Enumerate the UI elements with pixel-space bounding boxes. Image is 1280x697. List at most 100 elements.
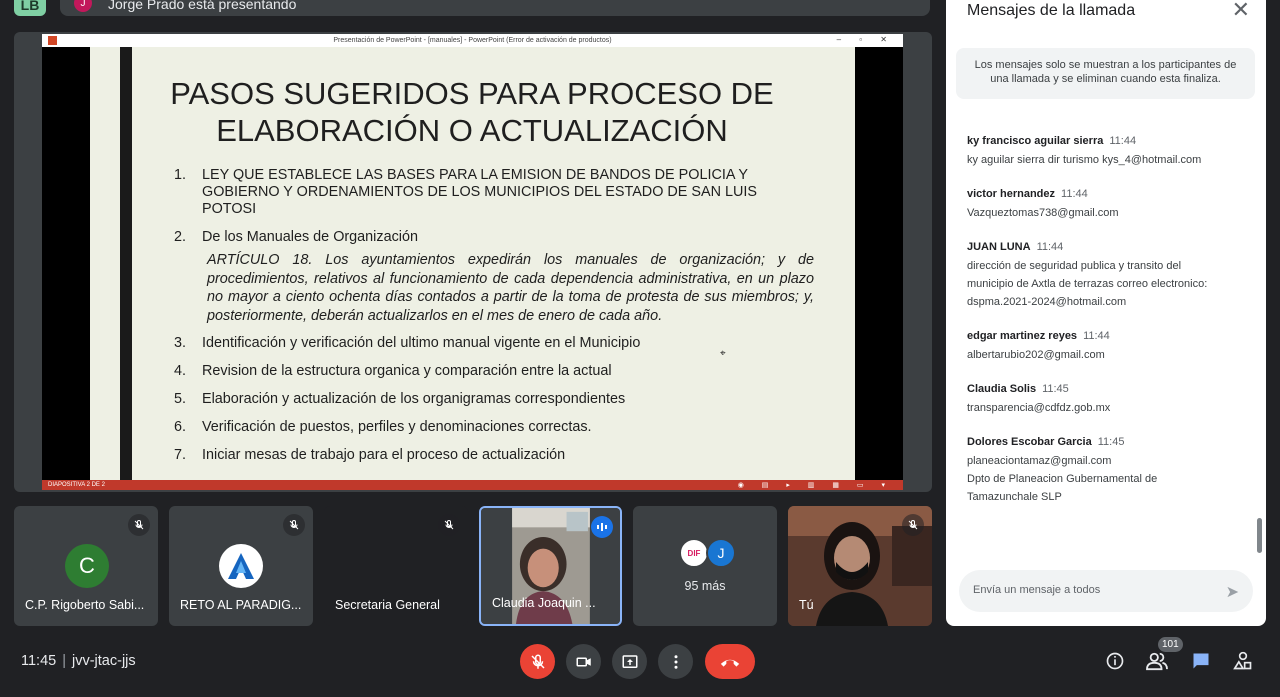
avatar: J [706,538,736,568]
chat-message: ky francisco aguilar sierra 11:44 ky agui… [967,135,1247,169]
more-participants-tile[interactable]: DIF J 95 más [633,506,777,626]
message-time: 11:45 [1097,436,1125,448]
participant-name: C.P. Rigoberto Sabi... [25,598,145,612]
dif-logo-icon: DIF [679,538,709,568]
ppt-window-title: Presentación de PowerPoint - [manuales] … [333,37,612,44]
message-time: 11:45 [1042,383,1069,395]
message-time: 11:44 [1036,241,1064,253]
list-item: 7. Iniciar mesas de trabajo para el proce… [174,447,814,464]
presenting-banner: J Jorge Prado está presentando [60,0,930,16]
list-item: 1. LEY QUE ESTABLECE LAS BASES PARA LA EM… [174,167,814,218]
message-time: 11:44 [1083,330,1110,342]
self-tile[interactable]: Tú [788,506,932,626]
window-controls-icon: – ▫ ✕ [836,35,895,44]
slide: PASOS SUGERIDOS PARA PROCESO DE ELABORAC… [90,47,855,480]
close-icon[interactable]: ✕ [1232,0,1250,21]
message-text: dspma.2021-2024@hotmail.com [967,296,1127,308]
chat-title: Mensajes de la llamada [967,2,1136,19]
list-number: 3. [174,335,187,351]
chat-button[interactable] [1189,649,1213,673]
chat-scrollbar[interactable] [1257,518,1262,553]
presenter-avatar: J [74,0,92,12]
end-call-button[interactable] [705,644,755,679]
message-text: planeaciontamaz@gmail.com [967,455,1112,467]
slide-list: 1. LEY QUE ESTABLECE LAS BASES PARA LA EM… [174,167,814,475]
list-text: Elaboración y actualización de los organ… [202,391,626,407]
participant-name: Claudia Joaquin ... [492,596,596,610]
clock-time: 11:45 [21,653,57,669]
meeting-details-button[interactable] [1103,649,1127,673]
list-text: Identificación y verificación del ultimo… [202,335,641,351]
mouse-cursor-icon: ⌖ [720,348,726,359]
sender-name: Claudia Solis [967,383,1037,395]
ppt-statusbar: DIAPOSITIVA 2 DE 2 ◉ ▤ ▸ ▥ ▦ ▭ ▾ [42,480,903,490]
present-screen-button[interactable] [612,644,647,679]
more-options-button[interactable] [658,644,693,679]
list-item: 3. Identificación y verificación del ulti… [174,335,814,352]
list-number: 6. [174,419,187,435]
list-number: 4. [174,363,187,379]
mic-off-icon [902,514,924,536]
participant-tile-active-speaker[interactable]: Claudia Joaquin ... [479,506,622,626]
list-text: Revision de la estructura organica y com… [202,363,612,379]
presentation-stage[interactable]: Presentación de PowerPoint - [manuales] … [14,32,932,492]
mic-off-icon [128,514,150,536]
activities-button[interactable] [1231,649,1255,673]
message-text: municipio de Axtla de terrazas correo el… [967,278,1208,290]
list-item: 6. Verificación de puestos, perfiles y de… [174,419,814,436]
mic-off-icon [283,514,305,536]
activities-icon [1233,651,1252,670]
list-text: Iniciar mesas de trabajo para el proceso… [202,447,566,463]
mic-off-icon [530,653,545,669]
mic-off-icon [438,514,460,536]
list-item: 5. Elaboración y actualización de los org… [174,391,814,408]
list-number: 5. [174,391,187,407]
participant-name: RETO AL PARADIG... [180,598,302,612]
participant-tile[interactable]: Secretaria General [324,506,468,626]
list-number: 1. [174,167,187,183]
message-text: Dpto de Planeacion Gubernamental de [967,473,1158,485]
slide-decor-bar [120,47,132,480]
mic-toggle-button[interactable] [520,644,555,679]
camera-icon [576,657,591,666]
slide-title-line1: PASOS SUGERIDOS PARA PROCESO DE [170,76,774,111]
message-text: albertarubio202@gmail.com [967,349,1105,361]
chat-icon [1193,653,1209,669]
meeting-info: 11:45 | jvv-jtac-jjs [21,653,136,669]
chat-message: victor hernandez 11:44 Vazqueztomas738@gm… [967,188,1247,222]
meeting-code: jvv-jtac-jjs [72,653,136,669]
chat-panel: Mensajes de la llamada ✕ Los mensajes so… [946,0,1266,626]
info-icon [1106,652,1124,670]
list-text: De los Manuales de Organización [202,229,418,245]
list-text: Verificación de puestos, perfiles y deno… [202,419,592,435]
chat-message: Dolores Escobar Garcia 11:45 planeacionta… [967,436,1247,506]
participant-tile[interactable]: C C.P. Rigoberto Sabi... [14,506,158,626]
chat-input[interactable]: Envía un mensaje a todos ➤ [959,570,1253,612]
chat-input-placeholder: Envía un mensaje a todos [973,584,1101,596]
list-item: 4. Revision de la estructura organica y c… [174,363,814,380]
powerpoint-logo-icon [48,36,57,45]
send-icon[interactable]: ➤ [1226,582,1239,602]
list-number: 2. [174,229,187,245]
sender-name: edgar martinez reyes [967,330,1078,342]
more-avatars: DIF J [679,538,736,568]
avatar: C [65,544,109,588]
self-avatar[interactable]: LB [14,0,46,16]
participants-count-badge: 101 [1158,637,1183,652]
message-text: dirección de seguridad publica y transit… [967,260,1182,272]
participant-name: Secretaria General [335,598,440,612]
list-text: LEY QUE ESTABLECE LAS BASES PARA LA EMIS… [202,167,757,217]
message-text: ky aguilar sierra dir turismo kys_4@hotm… [967,154,1202,166]
separator: | [62,653,66,669]
sender-name: ky francisco aguilar sierra [967,135,1104,147]
sender-name: JUAN LUNA [967,241,1031,253]
ppt-titlebar: Presentación de PowerPoint - [manuales] … [42,34,903,47]
slide-title: PASOS SUGERIDOS PARA PROCESO DE ELABORAC… [132,75,812,149]
participants-button[interactable] [1145,649,1169,673]
message-time: 11:44 [1061,188,1088,200]
chat-message: Claudia Solis 11:45 transparencia@cdfdz.g… [967,383,1247,417]
sender-name: victor hernandez [967,188,1056,200]
present-icon [622,654,637,668]
participant-tile[interactable]: RETO AL PARADIG... [169,506,313,626]
camera-toggle-button[interactable] [566,644,601,679]
